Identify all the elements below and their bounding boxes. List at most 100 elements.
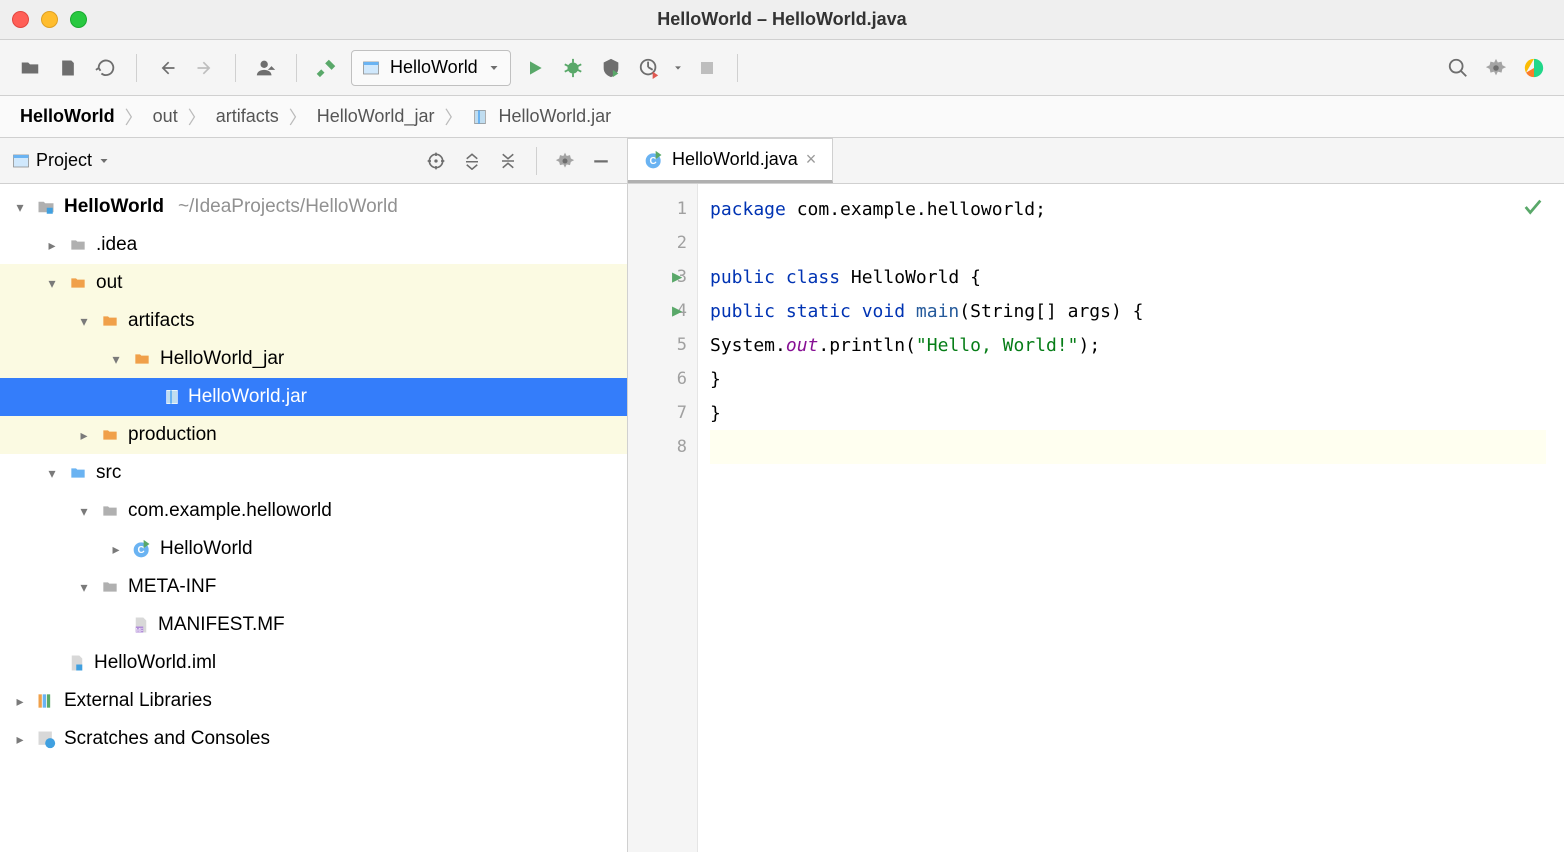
tree-metainf-folder[interactable]: ▾ META-INF: [0, 568, 627, 606]
collapse-all-icon[interactable]: [494, 147, 522, 175]
crumb-artifacts[interactable]: artifacts: [216, 106, 279, 127]
line-number: 1: [628, 192, 697, 226]
twist-down-icon[interactable]: ▾: [44, 275, 60, 292]
tree-label: .idea: [96, 234, 137, 256]
inspection-ok-icon[interactable]: [1522, 196, 1544, 218]
project-sidebar: Project ▾ HelloWorld ~/IdeaProjects/Hell…: [0, 138, 628, 852]
libraries-icon: [36, 691, 56, 711]
run-icon[interactable]: [521, 54, 549, 82]
forward-icon[interactable]: [191, 54, 219, 82]
search-icon[interactable]: [1444, 54, 1472, 82]
chevron-right-icon: 〉: [444, 104, 462, 130]
twist-down-icon[interactable]: ▾: [76, 579, 92, 596]
manifest-file-icon: MF: [132, 615, 150, 635]
twist-down-icon[interactable]: ▾: [76, 503, 92, 520]
tree-jar-file[interactable]: HelloWorld.jar: [0, 378, 627, 416]
tab-helloworld-java[interactable]: C HelloWorld.java ×: [628, 138, 833, 183]
code-line: [710, 226, 1546, 260]
twist-down-icon[interactable]: ▾: [76, 313, 92, 330]
tree-label: src: [96, 462, 121, 484]
code-line: System.out.println("Hello, World!");: [710, 328, 1546, 362]
tree-class[interactable]: ▸ C HelloWorld: [0, 530, 627, 568]
separator: [235, 54, 236, 82]
jar-file-icon: [164, 387, 180, 407]
settings-icon[interactable]: [1482, 54, 1510, 82]
line-number: 6: [628, 362, 697, 396]
project-tree: ▾ HelloWorld ~/IdeaProjects/HelloWorld ▸…: [0, 184, 627, 762]
twist-right-icon[interactable]: ▸: [12, 693, 28, 710]
code-area[interactable]: package com.example.helloworld; public c…: [698, 184, 1564, 852]
editor-body[interactable]: 1 2 3▶ 4▶ 5 6 7 8 package com.example.he…: [628, 184, 1564, 852]
view-switcher[interactable]: Project: [12, 150, 110, 171]
sidebar-header: Project: [0, 138, 627, 184]
debug-icon[interactable]: [559, 54, 587, 82]
tree-label: META-INF: [128, 576, 216, 598]
tree-production-folder[interactable]: ▸ production: [0, 416, 627, 454]
run-config-selector[interactable]: HelloWorld: [351, 50, 511, 86]
tree-scratches[interactable]: ▸ Scratches and Consoles: [0, 720, 627, 758]
close-tab-icon[interactable]: ×: [806, 149, 817, 170]
coverage-icon[interactable]: [597, 54, 625, 82]
tree-hwjar-folder[interactable]: ▾ HelloWorld_jar: [0, 340, 627, 378]
line-number: 8: [628, 430, 697, 464]
refresh-icon[interactable]: [92, 54, 120, 82]
editor-tabs: C HelloWorld.java ×: [628, 138, 1564, 184]
back-icon[interactable]: [153, 54, 181, 82]
separator: [296, 54, 297, 82]
tree-iml-file[interactable]: HelloWorld.iml: [0, 644, 627, 682]
twist-right-icon[interactable]: ▸: [108, 541, 124, 558]
tree-project-root[interactable]: ▾ HelloWorld ~/IdeaProjects/HelloWorld: [0, 188, 627, 226]
chevron-right-icon: 〉: [289, 104, 307, 130]
chevron-down-icon[interactable]: [673, 63, 683, 73]
tree-path: ~/IdeaProjects/HelloWorld: [178, 196, 398, 218]
user-icon[interactable]: [252, 54, 280, 82]
tree-external-libraries[interactable]: ▸ External Libraries: [0, 682, 627, 720]
code-line: public class HelloWorld {: [710, 260, 1546, 294]
locate-icon[interactable]: [422, 147, 450, 175]
crumb-out[interactable]: out: [153, 106, 178, 127]
twist-down-icon[interactable]: ▾: [44, 465, 60, 482]
stop-icon[interactable]: [693, 54, 721, 82]
chevron-right-icon: 〉: [125, 104, 143, 130]
view-label: Project: [36, 150, 92, 171]
crumb-jar[interactable]: HelloWorld.jar: [498, 106, 611, 127]
twist-right-icon[interactable]: ▸: [12, 731, 28, 748]
save-icon[interactable]: [54, 54, 82, 82]
expand-all-icon[interactable]: [458, 147, 486, 175]
tree-artifacts-folder[interactable]: ▾ artifacts: [0, 302, 627, 340]
tree-manifest-file[interactable]: MF MANIFEST.MF: [0, 606, 627, 644]
line-number: 3▶: [628, 260, 697, 294]
crumb-hwjar[interactable]: HelloWorld_jar: [317, 106, 435, 127]
twist-down-icon[interactable]: ▾: [12, 199, 28, 216]
gutter-run-icon[interactable]: ▶: [672, 301, 682, 321]
class-icon: C: [644, 150, 664, 170]
module-folder-icon: [36, 198, 56, 216]
open-icon[interactable]: [16, 54, 44, 82]
folder-icon: [132, 351, 152, 367]
line-number: 4▶: [628, 294, 697, 328]
jetbrains-icon[interactable]: [1520, 54, 1548, 82]
tree-label: HelloWorld_jar: [160, 348, 284, 370]
line-number: 5: [628, 328, 697, 362]
twist-right-icon[interactable]: ▸: [44, 237, 60, 254]
gear-icon[interactable]: [551, 147, 579, 175]
chevron-down-icon: [488, 62, 500, 74]
tree-idea-folder[interactable]: ▸ .idea: [0, 226, 627, 264]
code-line: public static void main(String[] args) {: [710, 294, 1546, 328]
tree-package[interactable]: ▾ com.example.helloworld: [0, 492, 627, 530]
class-icon: C: [132, 539, 152, 559]
tree-src-folder[interactable]: ▾ src: [0, 454, 627, 492]
jar-file-icon: [472, 107, 488, 127]
gutter-run-icon[interactable]: ▶: [672, 267, 682, 287]
breadcrumb-bar: HelloWorld 〉 out 〉 artifacts 〉 HelloWorl…: [0, 96, 1564, 138]
crumb-project[interactable]: HelloWorld: [20, 106, 115, 127]
hide-icon[interactable]: [587, 147, 615, 175]
twist-right-icon[interactable]: ▸: [76, 427, 92, 444]
tree-label: HelloWorld: [160, 538, 253, 560]
code-line: }: [710, 396, 1546, 430]
build-icon[interactable]: [313, 54, 341, 82]
profiler-icon[interactable]: [635, 54, 663, 82]
line-number: 2: [628, 226, 697, 260]
tree-out-folder[interactable]: ▾ out: [0, 264, 627, 302]
twist-down-icon[interactable]: ▾: [108, 351, 124, 368]
